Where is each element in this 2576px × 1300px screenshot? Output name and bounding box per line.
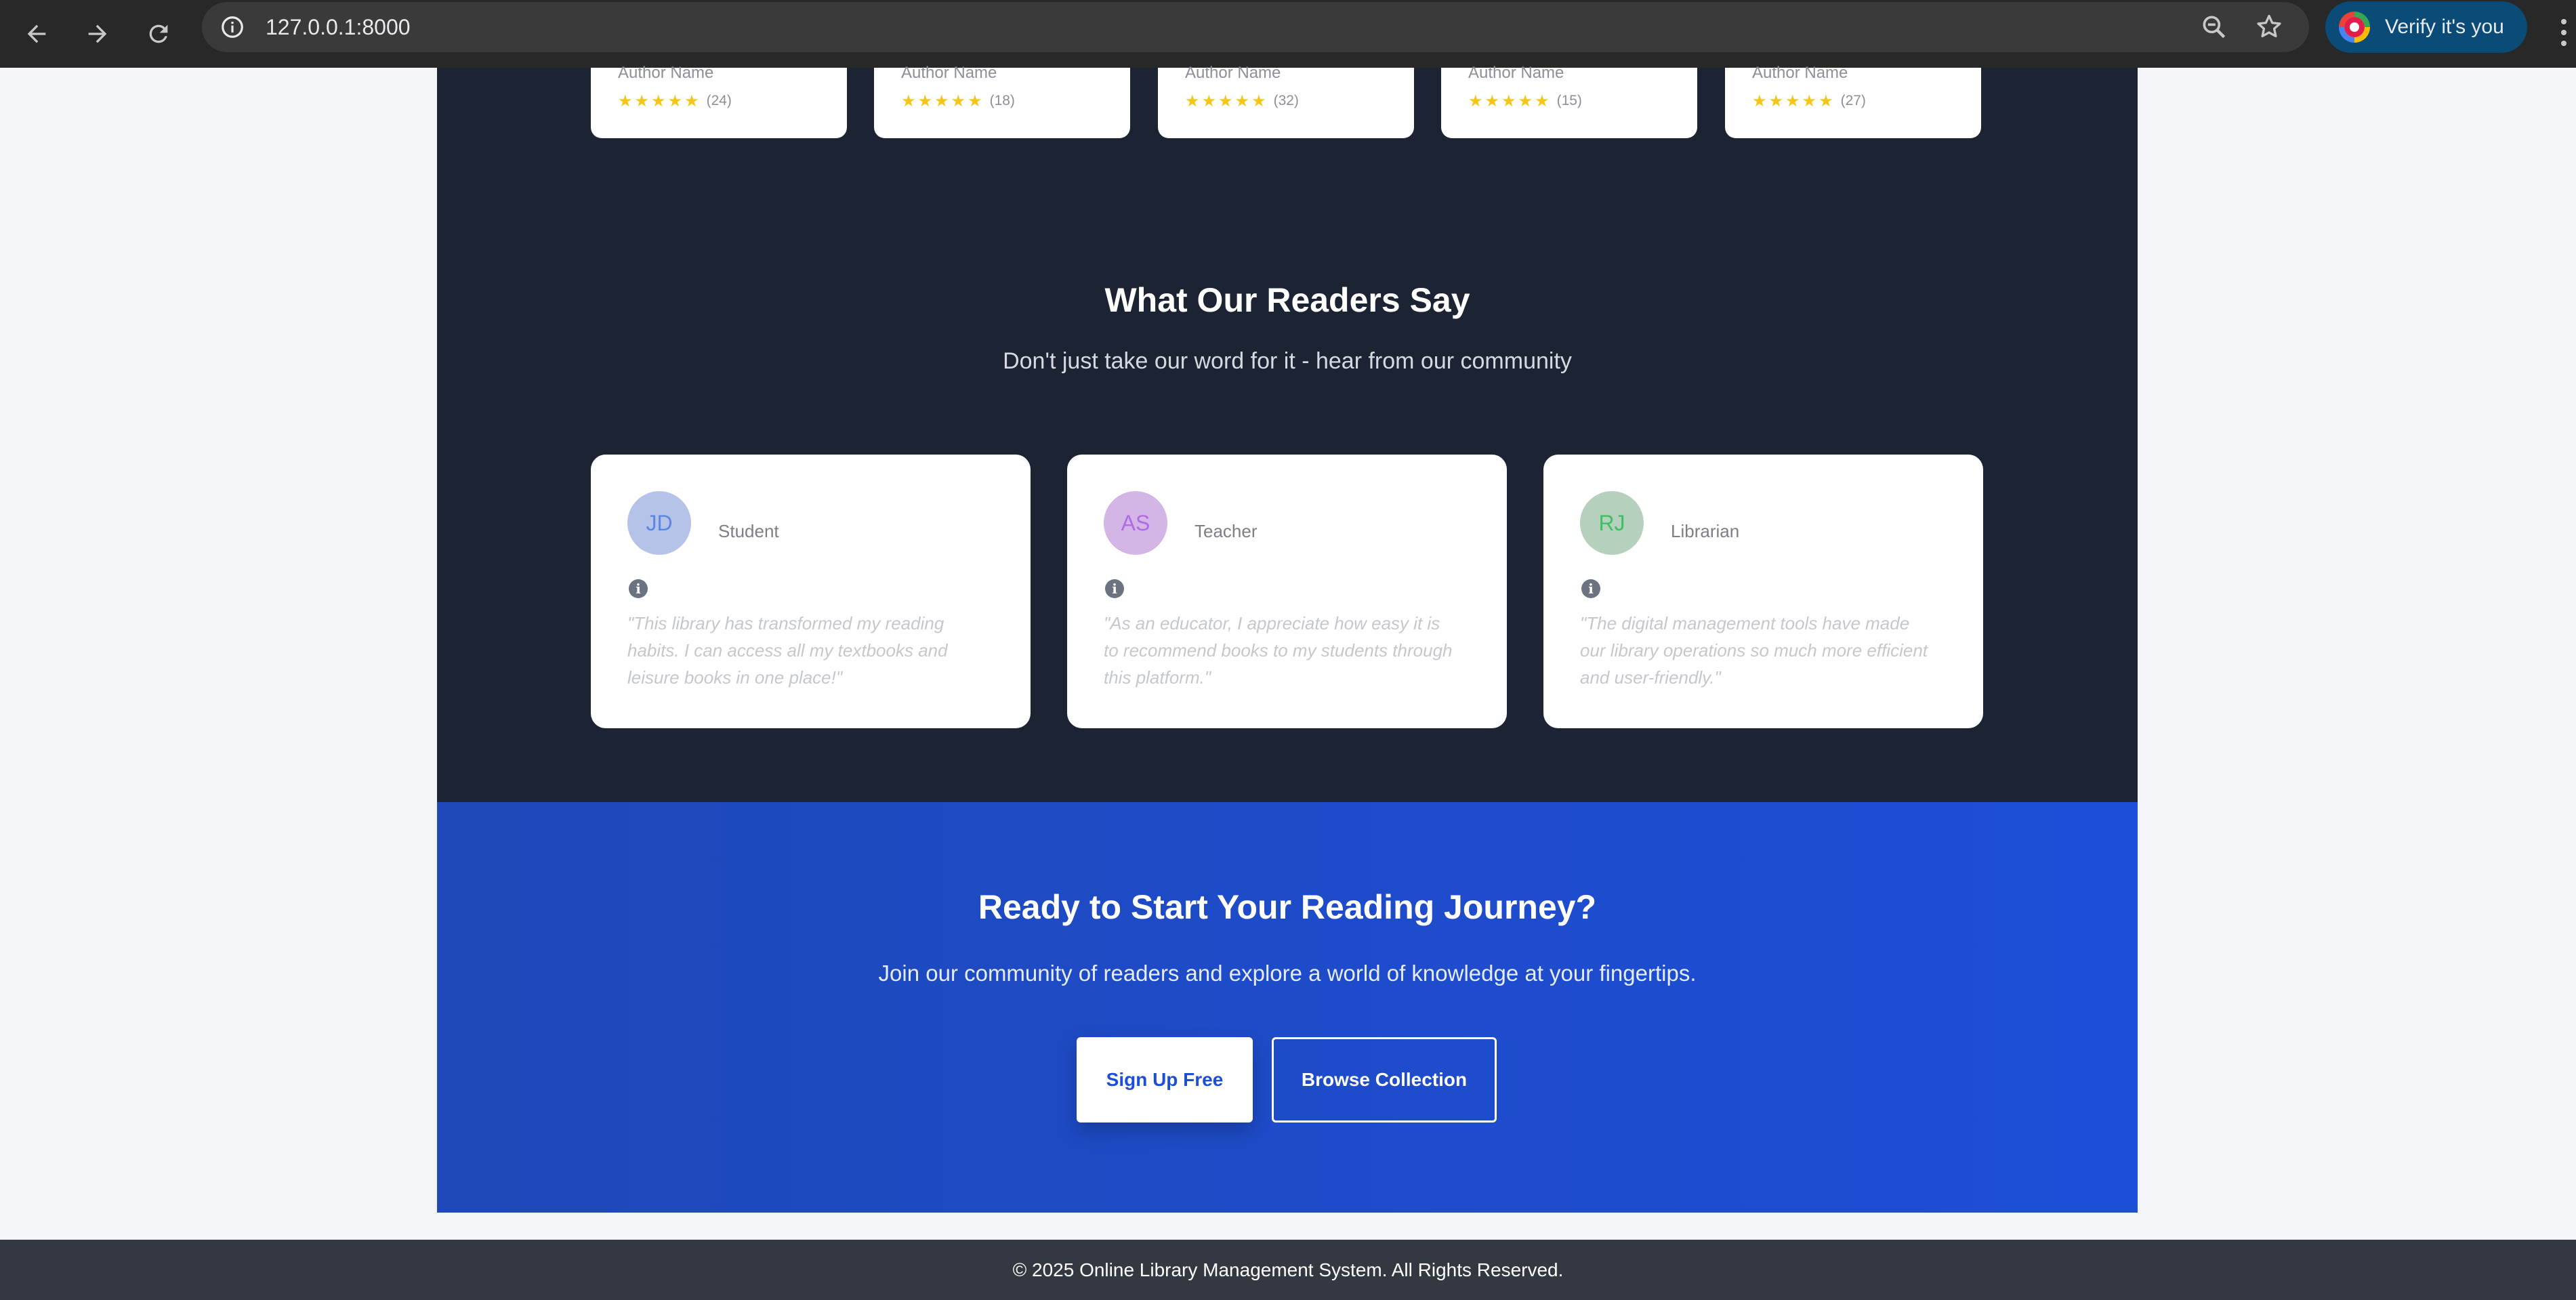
verify-profile-chip[interactable]: Verify it's you [2325,1,2527,53]
zoom-icon [2203,16,2226,39]
cta-subtitle: Join our community of readers and explor… [878,961,1697,986]
book-rating: ★ ★ ★ ★ ★ (24) [618,91,732,111]
review-count: (15) [1556,93,1582,108]
testimonial-role: Librarian [1671,521,1740,541]
testimonials-subtitle: Don't just take our word for it - hear f… [1003,348,1572,374]
book-rating: ★ ★ ★ ★ ★ (27) [1752,91,1866,111]
profile-icon [2339,12,2370,43]
star-icon: ★ [901,91,916,110]
dark-section: Author Name ★ ★ ★ ★ ★ (24) Author Name ★ ★ ★ ★ ★… [437,64,2138,802]
book-author: Author Name [1468,64,1564,82]
book-author: Author Name [618,64,714,82]
back-button[interactable] [12,9,61,58]
book-card[interactable]: Author Name ★ ★ ★ ★ ★ (27) [1725,64,1981,138]
book-card[interactable]: Author Name ★ ★ ★ ★ ★ (18) [874,64,1130,138]
star-icon: ★ [1819,91,1833,110]
book-author: Author Name [1752,64,1848,82]
star-icon: ★ [684,91,699,110]
star-icon: ★ [1234,91,1250,110]
address-bar[interactable] [202,2,2309,52]
browser-toolbar: 127.0.0.1:8000 Verify it's you [0,0,2576,68]
url-text[interactable]: 127.0.0.1:8000 [266,11,411,43]
review-count: (18) [989,93,1015,108]
forward-button[interactable] [73,9,122,58]
star-icon: ★ [1501,91,1516,110]
testimonial-quote: "As an educator, I appreciate how easy i… [1104,613,1453,688]
book-rating: ★ ★ ★ ★ ★ (32) [1185,91,1299,111]
avatar: AS [1104,491,1167,555]
star-icon: ★ [1768,91,1784,110]
info-icon: i [629,579,648,598]
book-card[interactable]: Author Name ★ ★ ★ ★ ★ (15) [1441,64,1697,138]
footer: © 2025 Online Library Management System.… [0,1240,2576,1300]
testimonial-card: JD Student i "This library has transform… [591,455,1031,728]
avatar: RJ [1580,491,1644,555]
browse-collection-button[interactable]: Browse Collection [1272,1037,1497,1123]
book-card[interactable]: Author Name ★ ★ ★ ★ ★ (24) [591,64,847,138]
avatar: JD [627,491,691,555]
site-info-icon [222,16,243,38]
star-icon: ★ [951,91,966,110]
more-vert-icon [2561,19,2567,24]
star-icon: ★ [618,91,633,110]
star-icon: ★ [1251,91,1266,110]
star-icon: ★ [1468,91,1483,110]
star-icon: ★ [1535,91,1550,110]
verify-label: Verify it's you [2385,16,2504,38]
testimonial-quote: "This library has transformed my reading… [627,613,948,688]
testimonial-role: Student [718,521,779,541]
star-icon: ★ [1201,91,1217,110]
cta-section: Ready to Start Your Reading Journey? Joi… [437,802,2138,1213]
zoom-button[interactable] [2195,8,2233,46]
star-icon: ★ [1484,91,1500,110]
star-icon: ★ [1785,91,1800,110]
footer-copyright: © 2025 Online Library Management System.… [1012,1259,1564,1280]
review-count: (32) [1273,93,1299,108]
star-icon: ★ [667,91,683,110]
testimonials-title: What Our Readers Say [1104,281,1470,319]
testimonial-quote: "The digital management tools have made … [1580,613,1928,688]
back-arrow-icon [27,24,46,43]
site-info-button[interactable] [218,13,247,41]
star-icon: ★ [651,91,666,110]
star-icon: ★ [934,91,949,110]
star-icon: ★ [634,91,650,110]
bookmark-star-icon [2257,14,2281,38]
more-vert-icon-dot [2561,41,2567,46]
review-count: (27) [1840,93,1866,108]
reload-icon [149,24,168,43]
book-author: Author Name [901,64,997,82]
info-icon: i [1105,579,1124,598]
star-icon: ★ [1185,91,1200,110]
more-menu-button[interactable] [2556,11,2572,54]
book-card[interactable]: Author Name ★ ★ ★ ★ ★ (32) [1158,64,1414,138]
star-icon: ★ [1518,91,1533,110]
star-icon: ★ [917,91,933,110]
star-icon: ★ [1752,91,1767,110]
page-content: Author Name ★ ★ ★ ★ ★ (24) Author Name ★ ★ ★ ★ ★… [437,64,2138,1213]
testimonial-role: Teacher [1194,521,1258,541]
more-vert-icon-dot [2561,30,2567,35]
info-icon: i [1581,579,1600,598]
testimonial-card: AS Teacher i "As an educator, I apprecia… [1067,455,1507,728]
star-icon: ★ [1802,91,1817,110]
review-count: (24) [706,93,732,108]
forward-arrow-icon [88,24,107,43]
cta-title: Ready to Start Your Reading Journey? [978,888,1597,926]
sign-up-button[interactable]: Sign Up Free [1077,1037,1253,1123]
book-author: Author Name [1185,64,1281,82]
testimonial-card: RJ Librarian i "The digital management t… [1543,455,1983,728]
book-rating: ★ ★ ★ ★ ★ (15) [1468,91,1582,111]
reload-button[interactable] [134,9,183,58]
bookmark-button[interactable] [2250,8,2288,46]
star-icon: ★ [968,91,982,110]
book-rating: ★ ★ ★ ★ ★ (18) [901,91,1015,111]
star-icon: ★ [1218,91,1233,110]
